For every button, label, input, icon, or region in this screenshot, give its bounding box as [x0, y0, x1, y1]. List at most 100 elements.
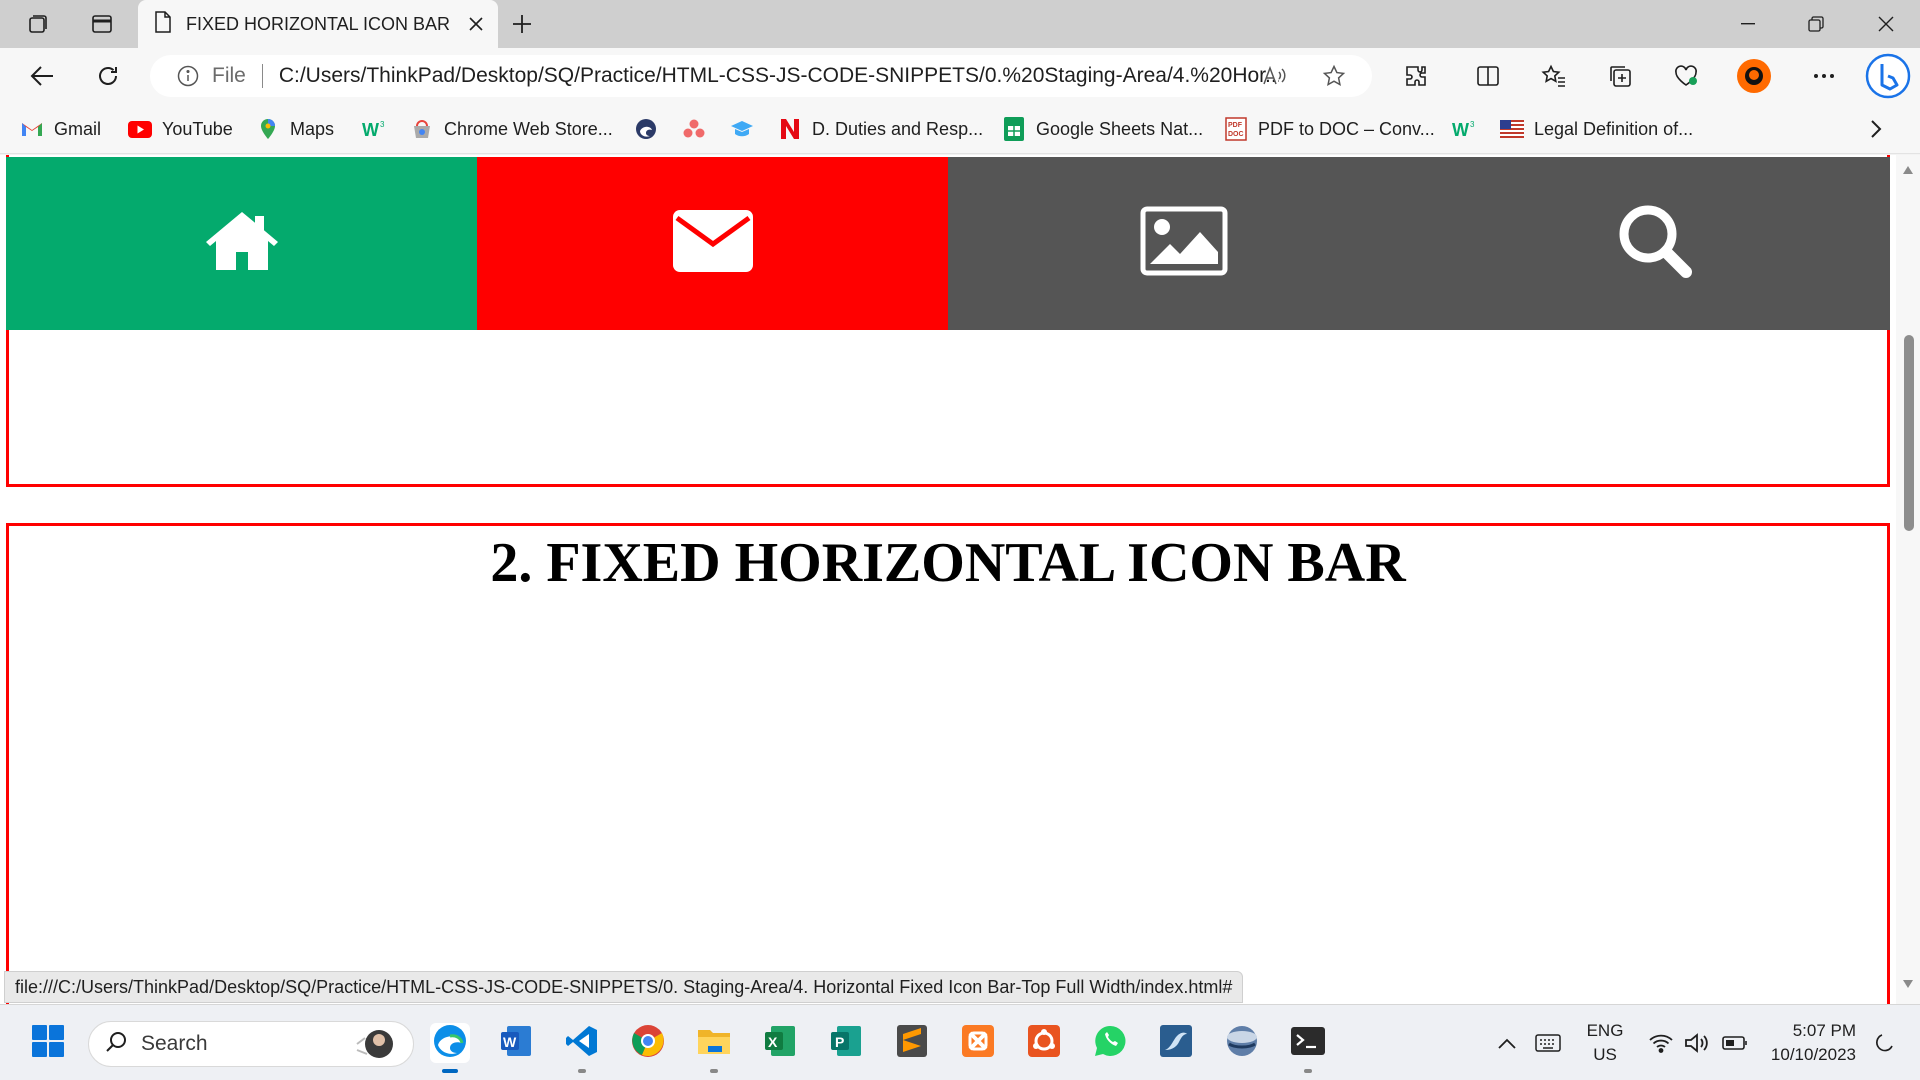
vertical-tabs-icon[interactable] [82, 8, 122, 40]
scroll-up-arrow-icon[interactable] [1901, 163, 1915, 177]
favorite-google-sheets[interactable]: Google Sheets Nat... [1002, 116, 1203, 142]
workspaces-icon[interactable] [18, 8, 58, 40]
favorite-pdf-to-doc[interactable]: PDF DOC PDF to DOC – Conv... [1224, 116, 1435, 142]
page-heading: 2. FIXED HORIZONTAL ICON BAR [490, 532, 1406, 594]
taskbar-word[interactable]: W [496, 1023, 536, 1063]
windows-taskbar: Search W X P ENG US 5:07 PM 10/10/2023 [0, 1004, 1920, 1080]
volume-icon[interactable] [1680, 1023, 1714, 1063]
system-clock[interactable]: 5:07 PM 10/10/2023 [1760, 1019, 1856, 1067]
favorite-star-icon[interactable] [1322, 64, 1346, 88]
edge-icon [634, 117, 658, 141]
chrome-web-store-icon [410, 117, 434, 141]
image-icon [1140, 206, 1228, 281]
start-button[interactable] [28, 1023, 68, 1063]
address-bar[interactable]: File C:/Users/ThinkPad/Desktop/SQ/Practi… [150, 55, 1372, 97]
asana-icon [682, 117, 706, 141]
taskbar-publisher[interactable]: P [826, 1023, 866, 1063]
close-tab-icon[interactable] [460, 8, 492, 40]
favorite-education[interactable] [730, 116, 764, 142]
collections-icon[interactable] [1602, 58, 1638, 94]
globe-icon [1225, 1024, 1259, 1063]
taskbar-ubuntu[interactable] [1024, 1023, 1064, 1063]
favorite-asana[interactable] [682, 116, 716, 142]
link-status-bubble: file:///C:/Users/ThinkPad/Desktop/SQ/Pra… [4, 971, 1244, 1003]
battery-icon[interactable] [1718, 1023, 1752, 1063]
graduation-cap-icon [730, 117, 754, 141]
new-tab-button[interactable] [502, 8, 542, 40]
favorite-label: Google Sheets Nat... [1036, 118, 1204, 139]
favorite-gmail[interactable]: Gmail [20, 116, 101, 142]
taskbar-excel[interactable]: X [760, 1023, 800, 1063]
profile-avatar[interactable] [1736, 58, 1772, 94]
favorite-w3schools-2[interactable]: W3 [1452, 116, 1486, 142]
taskbar-chrome[interactable] [628, 1023, 668, 1063]
n-icon [778, 117, 802, 141]
favorites-icon[interactable] [1536, 58, 1572, 94]
pdf-doc-icon: PDF DOC [1224, 117, 1248, 141]
svg-text:3: 3 [1470, 120, 1475, 129]
horizontal-icon-bar [6, 157, 1890, 330]
keyboard-icon[interactable] [1530, 1023, 1566, 1063]
chrome-icon [631, 1024, 665, 1063]
favorite-edge[interactable] [634, 116, 668, 142]
do-not-disturb-moon-icon[interactable] [1868, 1023, 1900, 1063]
refresh-button[interactable] [86, 56, 130, 96]
running-app-indicator [710, 1069, 718, 1073]
svg-text:P: P [835, 1034, 844, 1050]
browser-toolbar: File C:/Users/ThinkPad/Desktop/SQ/Practi… [0, 48, 1920, 104]
page-scrollbar[interactable] [1896, 155, 1920, 1004]
favorite-label: Gmail [54, 118, 102, 139]
show-hidden-icons-chevron-icon[interactable] [1492, 1023, 1522, 1063]
us-flag-icon [1500, 117, 1524, 141]
icon-bar-mail-link[interactable] [477, 157, 948, 330]
input-language-indicator[interactable]: ENG US [1580, 1019, 1630, 1067]
favorite-label: D. Duties and Resp... [812, 118, 984, 139]
taskbar-edge[interactable] [430, 1023, 470, 1073]
w3schools-icon: W3 [362, 117, 386, 141]
extensions-icon[interactable] [1398, 58, 1434, 94]
favorite-chrome-web-store[interactable]: Chrome Web Store... [410, 116, 613, 142]
favorite-maps[interactable]: Maps [256, 116, 334, 142]
taskbar-search-placeholder: Search [141, 1032, 208, 1055]
site-info-icon[interactable] [176, 64, 200, 88]
taskbar-globe-app[interactable] [1222, 1023, 1262, 1063]
search-icon [1615, 201, 1695, 286]
bing-copilot-icon[interactable] [1864, 52, 1912, 100]
wifi-icon[interactable] [1646, 1023, 1676, 1063]
google-sheets-icon [1002, 117, 1026, 141]
taskbar-whatsapp[interactable] [1090, 1023, 1130, 1063]
taskbar-mysql-workbench[interactable] [1156, 1023, 1196, 1063]
read-aloud-icon[interactable] [1262, 64, 1286, 88]
taskbar-search-box[interactable]: Search [88, 1021, 414, 1067]
scroll-down-arrow-icon[interactable] [1901, 977, 1915, 991]
taskbar-sublime-text[interactable] [892, 1023, 932, 1063]
restore-button[interactable] [1782, 0, 1850, 48]
icon-bar-search-link[interactable] [1419, 157, 1890, 330]
icon-bar-home-link[interactable] [6, 157, 477, 330]
favorite-duties[interactable]: D. Duties and Resp... [778, 116, 983, 142]
icon-bar-image-link[interactable] [948, 157, 1419, 330]
back-button[interactable] [20, 56, 64, 96]
minimize-button[interactable] [1714, 0, 1782, 48]
favorite-w3schools[interactable]: W3 [362, 116, 396, 142]
browser-title-bar: FIXED HORIZONTAL ICON BAR [0, 0, 1920, 48]
favorite-legal-definition[interactable]: Legal Definition of... [1500, 116, 1693, 142]
running-app-indicator [578, 1069, 586, 1073]
more-menu-icon[interactable] [1806, 58, 1842, 94]
active-tab[interactable]: FIXED HORIZONTAL ICON BAR [138, 0, 498, 48]
taskbar-vscode[interactable] [562, 1023, 602, 1073]
running-app-indicator [1304, 1069, 1312, 1073]
scrollbar-thumb[interactable] [1904, 335, 1914, 531]
taskbar-terminal[interactable] [1288, 1023, 1328, 1073]
browser-essentials-icon[interactable] [1668, 58, 1704, 94]
favorite-youtube[interactable]: YouTube [128, 116, 233, 142]
youtube-icon [128, 117, 152, 141]
svg-text:W: W [1452, 120, 1469, 138]
taskbar-file-explorer[interactable] [694, 1023, 734, 1073]
split-screen-icon[interactable] [1470, 58, 1506, 94]
sublime-text-icon [896, 1024, 928, 1063]
more-favorites-chevron-icon[interactable] [1870, 116, 1882, 142]
taskbar-xampp[interactable] [958, 1023, 998, 1063]
close-window-button[interactable] [1852, 0, 1920, 48]
address-url[interactable]: C:/Users/ThinkPad/Desktop/SQ/Practice/HT… [279, 64, 1279, 88]
